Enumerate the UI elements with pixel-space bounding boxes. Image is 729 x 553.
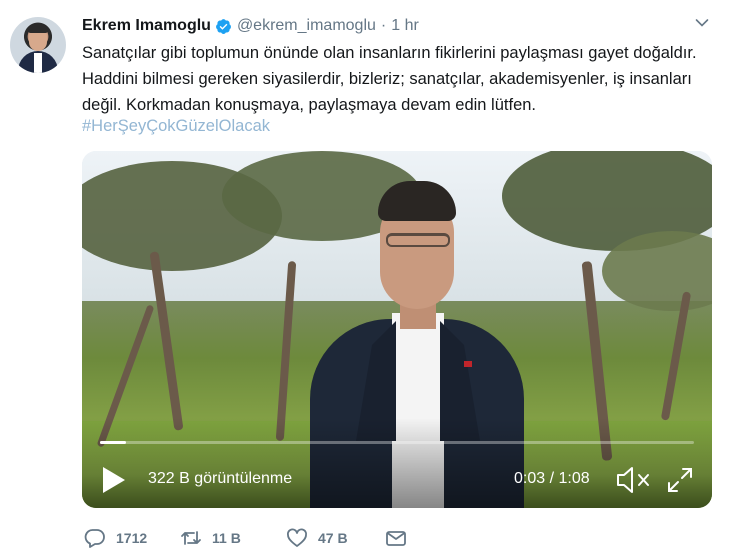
heart-icon — [287, 528, 307, 547]
video-time: 0:03 / 1:08 — [514, 470, 590, 487]
chevron-down-icon[interactable] — [695, 16, 709, 30]
retweet-count: 11 B — [212, 530, 241, 546]
like-button[interactable]: 47 B — [286, 528, 348, 548]
tweet-time[interactable]: 1 hr — [391, 17, 419, 35]
retweet-button[interactable]: 11 B — [180, 528, 241, 548]
like-count: 47 B — [318, 530, 348, 546]
reply-icon — [84, 529, 105, 548]
play-icon[interactable] — [100, 465, 128, 495]
retweet-icon — [181, 531, 201, 545]
tweet: Ekrem Imamoglu @ekrem_imamoglu · 1 hr Sa… — [0, 0, 729, 553]
verified-badge-icon — [215, 18, 231, 34]
reply-button[interactable]: 1712 — [84, 528, 147, 548]
volume-muted-icon[interactable] — [615, 464, 653, 496]
video-player[interactable]: 322 B görüntülenme 0:03 / 1:08 — [82, 151, 712, 508]
tweet-text: Sanatçılar gibi toplumun önünde olan ins… — [82, 44, 697, 114]
direct-message-button[interactable] — [385, 528, 407, 548]
separator-dot: · — [380, 17, 387, 34]
video-progress-bar[interactable] — [100, 441, 694, 444]
view-count: 322 B görüntülenme — [148, 470, 293, 487]
envelope-icon — [386, 531, 406, 546]
fullscreen-icon[interactable] — [666, 466, 694, 494]
hashtag-link[interactable]: #HerŞeyÇokGüzelOlacak — [82, 115, 270, 137]
avatar[interactable] — [10, 17, 66, 73]
video-progress-fill — [100, 441, 127, 444]
author-handle[interactable]: @ekrem_imamoglu — [237, 17, 376, 35]
reply-count: 1712 — [116, 530, 148, 546]
author-name[interactable]: Ekrem Imamoglu — [82, 17, 211, 35]
tweet-header: Ekrem Imamoglu @ekrem_imamoglu · 1 hr — [82, 15, 419, 37]
